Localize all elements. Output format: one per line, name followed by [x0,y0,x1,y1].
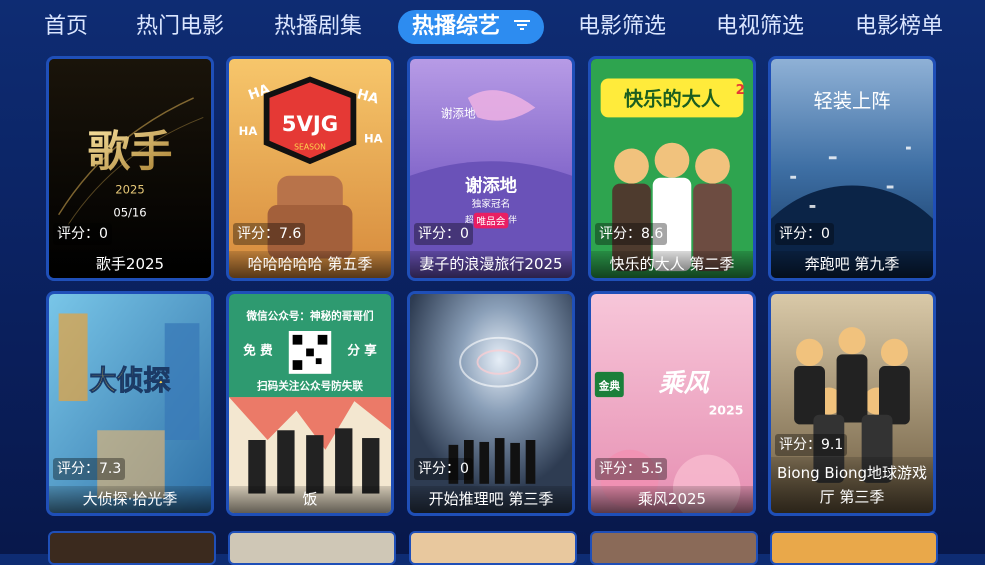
poster-image: 微信公众号：神秘的哥哥们 免 费 分 享 扫码关注公众号防失联 [229,294,391,513]
card-title: 奔跑吧 第九季 [771,251,933,278]
svg-text:分 享: 分 享 [347,342,377,357]
variety-card[interactable]: 轻装上阵 评分：0 奔跑吧 第九季 [768,56,936,281]
poster-image: 大侦探 [49,294,211,513]
rating-label: 评分：7.6 [233,223,306,245]
card-title: 快乐的大人 第二季 [591,251,753,278]
poster-image: 快乐的大人 2 [591,59,753,278]
variety-card[interactable]: HA HA HA HA 5VJG SEASON 评分：7.6 哈哈哈哈哈 第五季 [226,56,394,281]
svg-text:2025: 2025 [115,182,144,196]
svg-text:免 费: 免 费 [243,342,273,357]
svg-text:2: 2 [736,82,745,98]
variety-card-partial[interactable] [770,531,938,565]
card-title: 大侦探·拾光季 [49,486,211,513]
variety-card-partial[interactable] [228,531,396,565]
variety-card[interactable]: 金典 乘风 2025 评分：5.5 乘风2025 [588,291,756,516]
poster-text: 轻装上阵 [813,90,890,113]
variety-card[interactable]: 微信公众号：神秘的哥哥们 免 费 分 享 扫码关注公众号防失联 饭 [226,291,394,516]
poster-image: 金典 乘风 2025 [591,294,753,513]
variety-card[interactable]: 歌手 2025 05/16 评分：0 歌手2025 [46,56,214,281]
poster-text: 大侦探 [90,365,171,396]
variety-card[interactable]: 快乐的大人 2 评分：8.6 快乐的大人 第二季 [588,56,756,281]
svg-text:HA: HA [239,124,258,138]
variety-card-partial[interactable] [48,531,216,565]
svg-text:扫码关注公众号防失联: 扫码关注公众号防失联 [257,379,363,392]
card-title: 开始推理吧 第三季 [410,486,572,513]
poster-text: 5VJG [282,112,338,137]
card-title: 歌手2025 [49,251,211,278]
poster-image: 歌手 2025 05/16 [49,59,211,278]
card-title: 哈哈哈哈哈 第五季 [229,251,391,278]
rating-label: 评分：0 [414,458,473,480]
card-title: 妻子的浪漫旅行2025 [410,251,572,278]
rating-label: 评分：9.1 [775,434,848,456]
svg-text:谢添地: 谢添地 [441,106,476,120]
rating-label: 评分：0 [53,223,112,245]
poster-image [410,294,572,513]
svg-text:HA: HA [364,132,383,146]
svg-text:2025: 2025 [709,403,744,418]
rating-label: 评分：5.5 [595,458,668,480]
variety-card-partial[interactable] [590,531,758,565]
poster-text: 乘风 [659,368,711,397]
variety-card-partial[interactable] [409,531,577,565]
svg-text:金典: 金典 [598,379,621,392]
rating-label: 评分：8.6 [595,223,668,245]
variety-grid: 歌手 2025 05/16 评分：0 歌手2025 HA HA HA HA 5V… [0,0,985,565]
poster-text: 歌手 [88,127,173,177]
svg-text:独家冠名: 独家冠名 [472,197,511,210]
rating-label: 评分：0 [775,223,834,245]
svg-text:唯品会: 唯品会 [477,214,506,227]
variety-card[interactable]: 评分：0 开始推理吧 第三季 [407,291,575,516]
poster-image: 轻装上阵 [771,59,933,278]
poster-text: 微信公众号：神秘的哥哥们 [245,309,373,322]
poster-text: 谢添地 [465,175,518,196]
variety-card[interactable]: 谢添地 独家冠名 谢添地 超级合作伙伴 唯品会 评分：0 妻子的浪漫旅行2025 [407,56,575,281]
rating-label: 评分：0 [414,223,473,245]
variety-card[interactable]: 评分：9.1 Biong Biong地球游戏厅 第三季 [768,291,936,516]
poster-image: 谢添地 独家冠名 谢添地 超级合作伙伴 唯品会 [410,59,572,278]
card-title: 乘风2025 [591,486,753,513]
svg-text:05/16: 05/16 [113,206,146,220]
svg-text:SEASON: SEASON [294,142,326,151]
card-title: Biong Biong地球游戏厅 第三季 [771,457,933,513]
card-title: 饭 [229,486,391,513]
rating-label: 评分：7.3 [53,458,126,480]
variety-card[interactable]: 大侦探 评分：7.3 大侦探·拾光季 [46,291,214,516]
poster-image: HA HA HA HA 5VJG SEASON [229,59,391,278]
poster-text: 快乐的大人 [624,88,721,111]
